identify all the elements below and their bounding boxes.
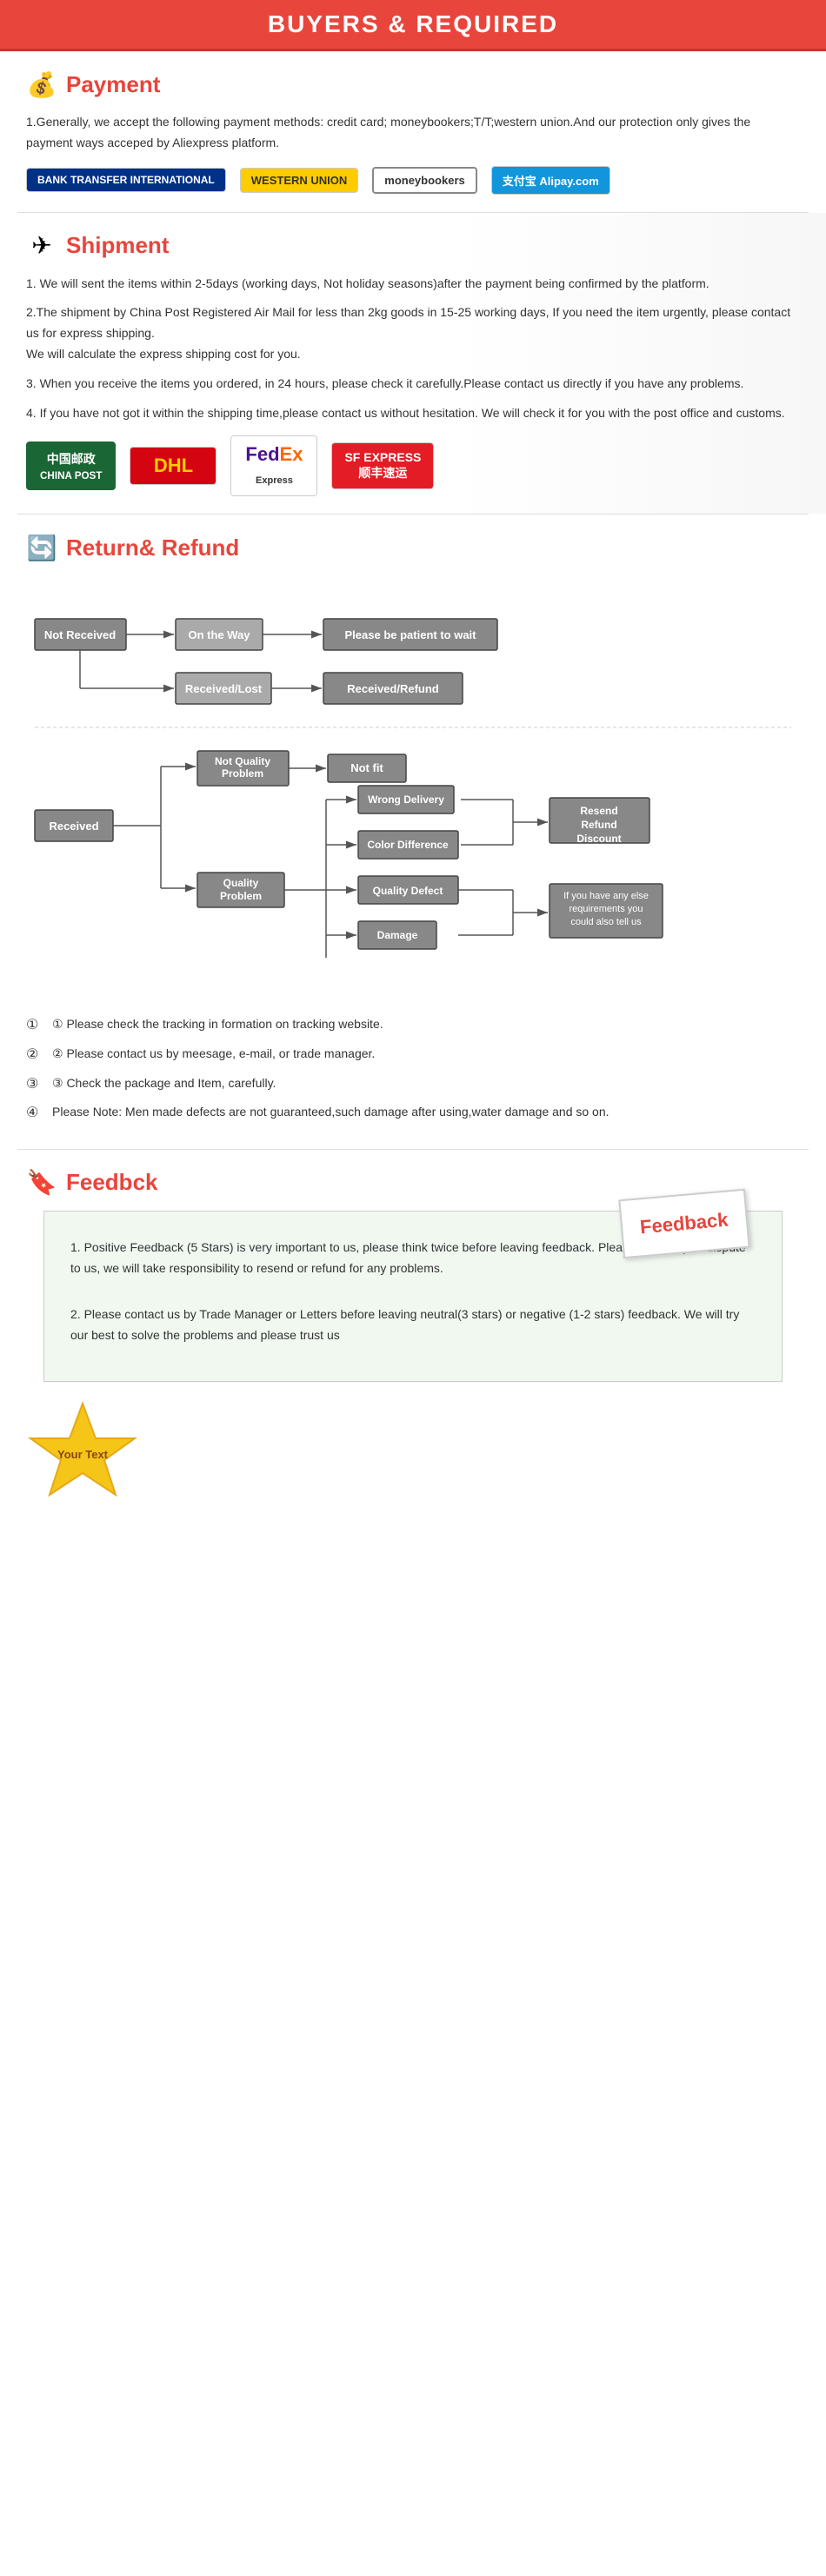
flowchart-wrapper: Not Received On the Way Please be patien… [26, 575, 800, 997]
feedback-content: Feedback 1. Positive Feedback (5 Stars) … [43, 1211, 783, 1382]
dhl-logo: DHL [130, 447, 216, 485]
payment-icon: 💰 [26, 69, 57, 100]
return-heading: Return& Refund [66, 534, 239, 561]
star-badge-row: Your Text [26, 1399, 800, 1512]
svg-text:Your Text: Your Text [57, 1448, 109, 1461]
note-item-2: ② ② Please contact us by meesage, e-mail… [26, 1044, 800, 1066]
svg-text:If you have any else: If you have any else [563, 891, 649, 901]
svg-text:Not fit: Not fit [350, 761, 383, 774]
svg-text:Problem: Problem [222, 767, 263, 780]
moneybookers-logo: moneybookers [372, 167, 476, 194]
payment-description: 1.Generally, we accept the following pay… [26, 112, 800, 154]
shipment-section: ✈ Shipment 1. We will sent the items wit… [0, 213, 826, 515]
return-refund-section: 🔄 Return& Refund Not Received On the Way [0, 515, 826, 1148]
svg-text:On the Way: On the Way [188, 628, 250, 641]
shipment-para-2: 2.The shipment by China Post Registered … [26, 302, 800, 364]
return-icon: 🔄 [26, 532, 57, 563]
sf-express-logo: SF EXPRESS顺丰速运 [331, 442, 434, 489]
svg-text:Not Quality: Not Quality [215, 755, 270, 767]
note-item-3: ③ ③ Check the package and Item, carefull… [26, 1073, 800, 1096]
feedback-note: Feedback [618, 1189, 749, 1258]
svg-text:Problem: Problem [220, 890, 262, 902]
shipment-para-3: 3. When you receive the items you ordere… [26, 374, 800, 395]
payment-heading: Payment [66, 71, 160, 98]
svg-text:requirements you: requirements you [570, 904, 643, 914]
svg-text:Damage: Damage [377, 929, 418, 941]
fedex-logo: FedExExpress [230, 435, 317, 496]
shipping-logos-row: 中国邮政CHINA POST DHL FedExExpress SF EXPRE… [26, 435, 800, 496]
shipment-para-4: 4. If you have not got it within the shi… [26, 403, 800, 424]
svg-text:could also tell us: could also tell us [570, 917, 642, 927]
bank-transfer-logo: BANK TRANSFER INTERNATIONAL [26, 168, 226, 192]
star-badge: Your Text [26, 1399, 139, 1512]
western-union-logo: WESTERN UNION [240, 168, 359, 193]
shipment-title-row: ✈ Shipment [26, 230, 800, 262]
payment-section: 💰 Payment 1.Generally, we accept the fol… [0, 51, 826, 212]
payment-title-row: 💰 Payment [26, 69, 800, 100]
return-notes: ① ① Please check the tracking in formati… [26, 1014, 800, 1124]
note-item-1: ① ① Please check the tracking in formati… [26, 1014, 800, 1037]
feedback-heading: Feedbck [66, 1169, 158, 1196]
alipay-logo: 支付宝 Alipay.com [491, 166, 610, 195]
svg-text:Resend: Resend [580, 805, 617, 817]
svg-text:Received/Refund: Received/Refund [347, 682, 439, 695]
shipment-para-1: 1. We will sent the items within 2-5days… [26, 274, 800, 295]
return-title-row: 🔄 Return& Refund [26, 532, 800, 563]
svg-text:Color Difference: Color Difference [367, 839, 449, 851]
header-title: BUYERS & REQUIRED [0, 10, 826, 38]
svg-text:Wrong Delivery: Wrong Delivery [368, 793, 444, 806]
shipment-icon: ✈ [26, 230, 57, 262]
svg-text:Not Received: Not Received [44, 628, 116, 641]
flowchart-svg: Not Received On the Way Please be patien… [26, 575, 800, 993]
note-item-4: ④ Please Note: Men made defects are not … [26, 1102, 800, 1125]
svg-text:Refund: Refund [581, 819, 616, 831]
feedback-icon: 🔖 [26, 1167, 57, 1198]
payment-logos-row: BANK TRANSFER INTERNATIONAL WESTERN UNIO… [26, 166, 800, 195]
header-banner: BUYERS & REQUIRED [0, 0, 826, 51]
feedback-section: 🔖 Feedbck Feedback 1. Positive Feedback … [0, 1150, 826, 1530]
svg-text:Discount: Discount [576, 833, 621, 845]
svg-text:Received: Received [49, 820, 98, 833]
svg-text:Received/Lost: Received/Lost [185, 682, 263, 695]
star-svg: Your Text [26, 1399, 139, 1512]
svg-text:Quality Defect: Quality Defect [373, 885, 443, 897]
feedback-para-2: 2. Please contact us by Trade Manager or… [70, 1305, 756, 1346]
china-post-logo: 中国邮政CHINA POST [26, 442, 116, 490]
svg-text:Please be patient to wait: Please be patient to wait [345, 628, 477, 641]
svg-text:Quality: Quality [223, 877, 259, 889]
shipment-heading: Shipment [66, 232, 169, 259]
